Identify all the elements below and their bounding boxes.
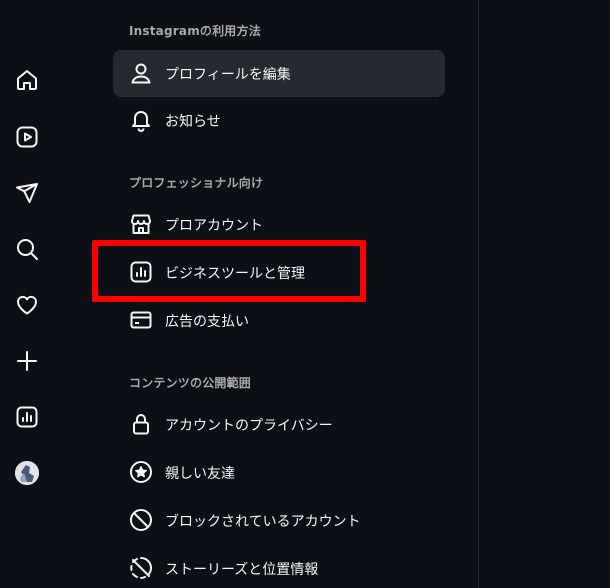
story-location-icon: [129, 556, 153, 580]
settings-page: Instagramの利用方法 プロフィールを編集 お知らせ プロフェッショナル向…: [0, 0, 610, 588]
notifications-icon[interactable]: [15, 293, 39, 317]
panel-divider: [478, 0, 479, 588]
lock-icon: [129, 412, 153, 436]
highlight-box: [92, 240, 366, 302]
settings-item-edit-profile[interactable]: プロフィールを編集: [113, 50, 445, 97]
search-icon[interactable]: [15, 237, 39, 261]
settings-item-account-privacy[interactable]: アカウントのプライバシー: [113, 401, 445, 448]
settings-item-close-friends[interactable]: 親しい友達: [113, 449, 445, 496]
settings-item-label: プロアカウント: [165, 218, 263, 234]
settings-item-label: プロフィールを編集: [165, 67, 291, 83]
section-title-professional: プロフェッショナル向け: [129, 176, 264, 190]
settings-item-label: ブロックされているアカウント: [165, 514, 361, 530]
settings-item-story-location[interactable]: ストーリーズと位置情報: [113, 545, 445, 588]
card-icon: [129, 308, 153, 332]
profile-icon: [129, 61, 153, 85]
shop-icon: [129, 212, 153, 236]
settings-item-label: 親しい友達: [165, 466, 235, 482]
create-icon[interactable]: [15, 349, 39, 373]
bell-icon: [129, 108, 153, 132]
settings-item-label: アカウントのプライバシー: [165, 418, 333, 434]
left-nav-rail: [0, 0, 56, 588]
settings-item-label: ストーリーズと位置情報: [165, 562, 319, 578]
block-icon: [129, 508, 153, 532]
reels-icon[interactable]: [15, 125, 39, 149]
home-icon[interactable]: [15, 68, 39, 92]
star-circle-icon: [129, 460, 153, 484]
settings-item-blocked-accounts[interactable]: ブロックされているアカウント: [113, 497, 445, 544]
settings-item-ad-payments[interactable]: 広告の支払い: [113, 297, 445, 344]
settings-item-label: お知らせ: [165, 114, 221, 130]
messages-icon[interactable]: [15, 181, 39, 205]
section-title-content-visibility: コンテンツの公開範囲: [129, 376, 252, 390]
dashboard-icon[interactable]: [15, 405, 39, 429]
settings-item-label: 広告の支払い: [165, 314, 249, 330]
settings-item-notifications[interactable]: お知らせ: [113, 97, 445, 144]
section-title-how-you-use: Instagramの利用方法: [129, 24, 261, 38]
profile-avatar[interactable]: [15, 461, 39, 485]
